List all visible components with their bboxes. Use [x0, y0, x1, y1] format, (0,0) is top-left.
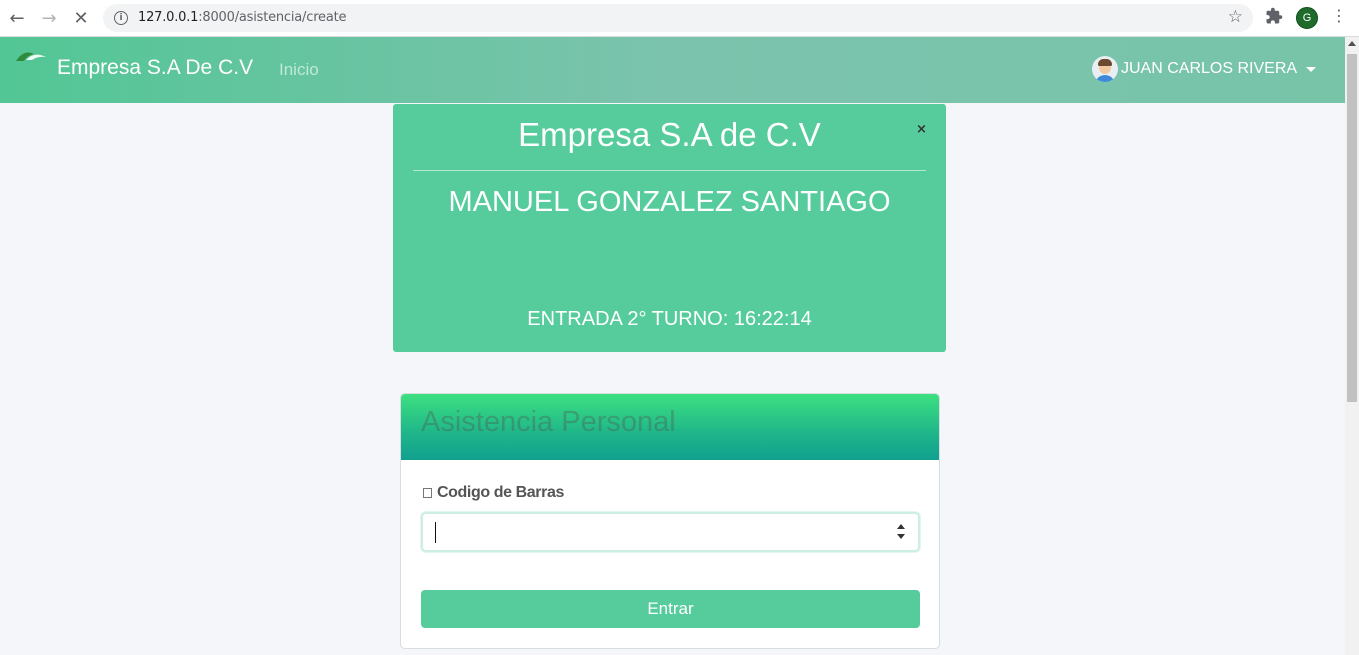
extensions-puzzle-icon[interactable]: [1265, 7, 1283, 25]
forward-arrow-icon[interactable]: →: [37, 6, 61, 30]
caret-down-icon: [1306, 66, 1317, 72]
attendance-alert: Empresa S.A de C.V × MANUEL GONZALEZ SAN…: [393, 104, 946, 352]
text-cursor: [435, 522, 436, 543]
scroll-thumb[interactable]: [1347, 54, 1357, 402]
alert-divider: [413, 170, 926, 171]
entrar-button[interactable]: Entrar: [421, 590, 920, 628]
scroll-up-arrow-icon[interactable]: [1348, 41, 1356, 46]
barcode-label-text: Codigo de Barras: [437, 484, 564, 501]
browser-menu-icon[interactable]: ⋮: [1331, 8, 1347, 24]
number-spinner[interactable]: [896, 521, 906, 543]
browser-toolbar: ← → ✕ i 127.0.0.1:8000/asistencia/create…: [0, 0, 1359, 37]
card-title: Asistencia Personal: [421, 406, 676, 438]
barcode-input[interactable]: [421, 512, 920, 552]
attendance-card: Asistencia Personal Codigo de Barras Ent…: [400, 393, 940, 649]
user-dropdown[interactable]: JUAN CARLOS RIVERA: [1092, 56, 1317, 82]
user-avatar: [1092, 56, 1118, 82]
spin-down-icon[interactable]: [897, 534, 905, 539]
nav-link-inicio[interactable]: Inicio: [279, 60, 319, 80]
barcode-icon: [423, 488, 432, 498]
alert-title: Empresa S.A de C.V: [518, 116, 821, 153]
url-path: :8000/asistencia/create: [198, 10, 347, 25]
back-arrow-icon[interactable]: ←: [5, 6, 29, 30]
url-host: 127.0.0.1: [138, 10, 199, 25]
site-info-icon[interactable]: i: [114, 11, 128, 25]
bookmark-star-icon[interactable]: ☆: [1228, 7, 1243, 27]
navbar-brand[interactable]: Empresa S.A De C.V: [57, 56, 253, 80]
employee-name: MANUEL GONZALEZ SANTIAGO: [448, 186, 891, 218]
barcode-field-label: Codigo de Barras: [423, 484, 564, 502]
company-logo-icon[interactable]: [14, 49, 48, 63]
user-name: JUAN CARLOS RIVERA: [1121, 60, 1298, 77]
app-navbar: Empresa S.A De C.V Inicio JUAN CARLOS RI…: [0, 37, 1345, 103]
close-icon[interactable]: ×: [916, 122, 927, 137]
url-text[interactable]: 127.0.0.1:8000/asistencia/create: [138, 10, 347, 25]
entry-time: ENTRADA 2° TURNO: 16:22:14: [527, 308, 812, 330]
spin-up-icon[interactable]: [897, 524, 905, 529]
page-scrollbar[interactable]: [1345, 37, 1359, 655]
address-bar[interactable]: i 127.0.0.1:8000/asistencia/create ☆: [103, 4, 1253, 32]
card-header: Asistencia Personal: [401, 394, 939, 460]
profile-avatar[interactable]: G: [1296, 7, 1318, 29]
stop-loading-icon[interactable]: ✕: [69, 6, 93, 30]
